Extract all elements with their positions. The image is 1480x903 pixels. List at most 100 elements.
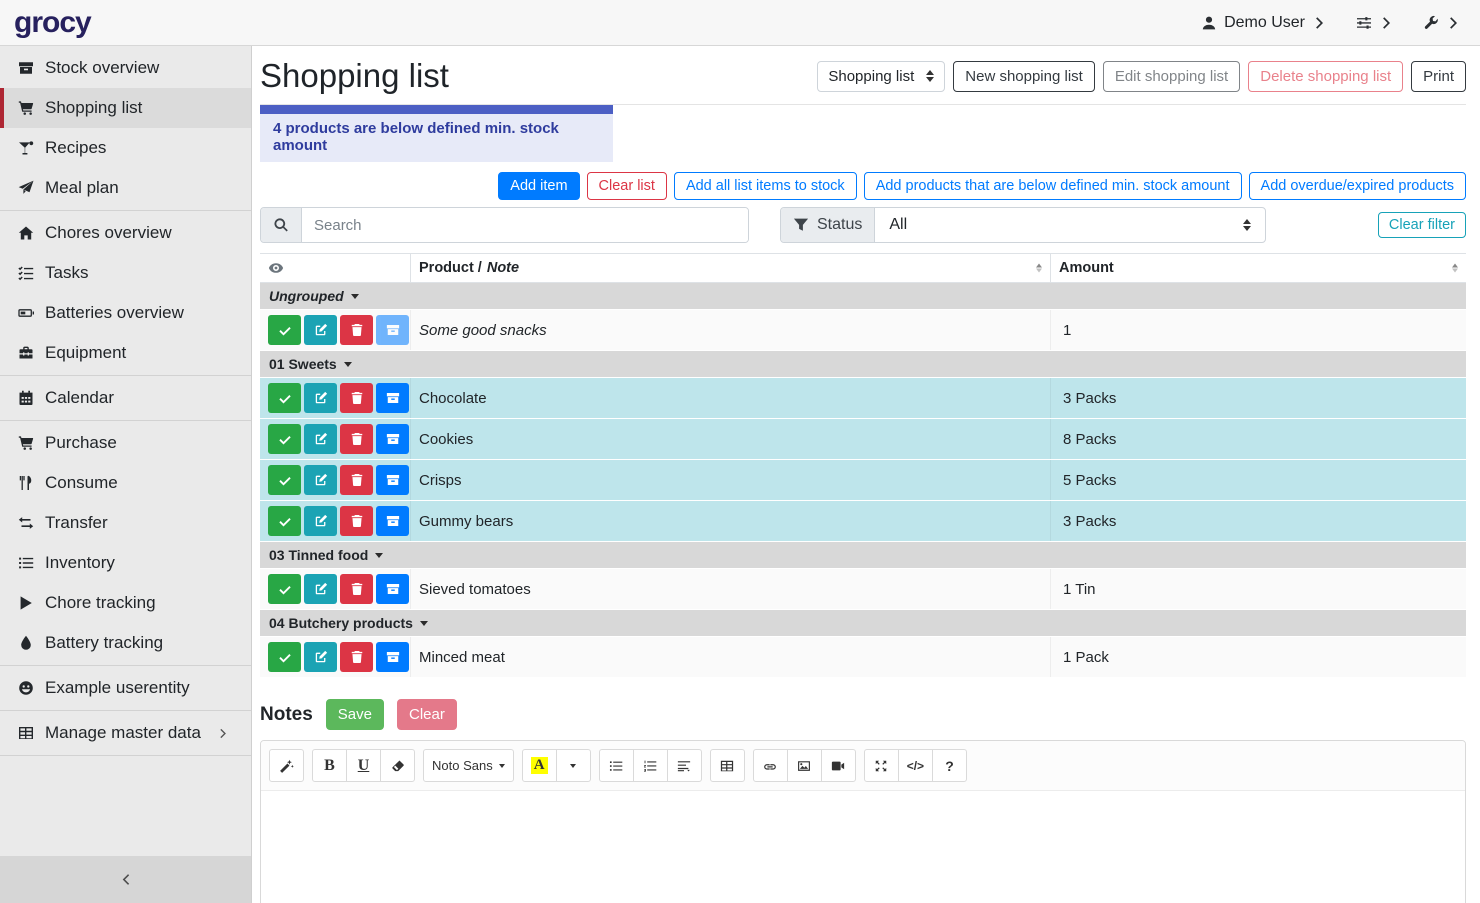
admin-menu[interactable]: [1423, 15, 1462, 31]
delete-button[interactable]: [340, 315, 373, 345]
product-column-header[interactable]: Product /Note: [410, 254, 1050, 282]
delete-button[interactable]: [340, 506, 373, 536]
add-below-min-stock-button[interactable]: Add products that are below defined min.…: [864, 172, 1242, 200]
add-all-to-stock-button[interactable]: Add all list items to stock: [674, 172, 857, 200]
table-group-header[interactable]: 01 Sweets: [260, 351, 1466, 378]
notes-editor-area[interactable]: [261, 791, 1465, 903]
clear-list-button[interactable]: Clear list: [587, 172, 667, 200]
ordered-list-button[interactable]: [633, 749, 668, 782]
table-group-header[interactable]: 03 Tinned food: [260, 542, 1466, 569]
clear-notes-button[interactable]: Clear: [397, 699, 457, 730]
bold-button[interactable]: B: [312, 749, 347, 782]
sidebar-item-battery-tracking[interactable]: Battery tracking: [0, 623, 251, 663]
done-button[interactable]: [268, 642, 301, 672]
delete-button[interactable]: [340, 642, 373, 672]
sidebar-item-transfer[interactable]: Transfer: [0, 503, 251, 543]
done-button[interactable]: [268, 465, 301, 495]
add-to-stock-button[interactable]: [376, 315, 409, 345]
min-stock-alert[interactable]: 4 products are below defined min. stock …: [260, 105, 613, 162]
sidebar-item-chore-tracking[interactable]: Chore tracking: [0, 583, 251, 623]
toolbar-group: [753, 749, 856, 782]
table-group-header[interactable]: 04 Butchery products: [260, 610, 1466, 637]
insert-table-button[interactable]: [710, 749, 745, 782]
done-button[interactable]: [268, 506, 301, 536]
sidebar-item-calendar[interactable]: Calendar: [0, 378, 251, 418]
delete-button[interactable]: [340, 424, 373, 454]
new-shopping-list-button[interactable]: New shopping list: [953, 61, 1095, 92]
check-icon: [278, 473, 292, 487]
sidebar-item-manage-master-data[interactable]: Manage master data: [0, 713, 251, 753]
add-to-stock-button[interactable]: [376, 465, 409, 495]
sidebar-item-shopping-list[interactable]: Shopping list: [0, 88, 251, 128]
edit-button[interactable]: [304, 315, 337, 345]
insert-picture-button[interactable]: [787, 749, 822, 782]
code-view-button[interactable]: </>: [898, 749, 933, 782]
style-button[interactable]: [269, 749, 304, 782]
sidebar-item-chores-overview[interactable]: Chores overview: [0, 213, 251, 253]
delete-button[interactable]: [340, 574, 373, 604]
sidebar-item-example-userentity[interactable]: Example userentity: [0, 668, 251, 708]
sidebar-collapse-button[interactable]: [0, 856, 251, 903]
clear-filter-button[interactable]: Clear filter: [1378, 212, 1466, 238]
delete-button[interactable]: [340, 465, 373, 495]
edit-button[interactable]: [304, 424, 337, 454]
amount-column-header[interactable]: Amount: [1050, 254, 1466, 282]
table-group-header[interactable]: Ungrouped: [260, 283, 1466, 310]
sidebar-item-consume[interactable]: Consume: [0, 463, 251, 503]
paragraph-button[interactable]: [667, 749, 702, 782]
fullscreen-button[interactable]: [864, 749, 899, 782]
user-menu[interactable]: Demo User: [1201, 14, 1328, 32]
help-button[interactable]: ?: [932, 749, 967, 782]
product-cell: Some good snacks: [410, 310, 1050, 350]
sidebar-item-batteries-overview[interactable]: Batteries overview: [0, 293, 251, 333]
visibility-column-header[interactable]: [260, 254, 410, 282]
insert-link-button[interactable]: [753, 749, 788, 782]
done-button[interactable]: [268, 424, 301, 454]
sidebar-item-equipment[interactable]: Equipment: [0, 333, 251, 373]
text-color-caret[interactable]: [556, 749, 591, 782]
save-notes-button[interactable]: Save: [326, 699, 384, 730]
sidebar-item-label: Chores overview: [45, 223, 172, 243]
add-to-stock-button[interactable]: [376, 642, 409, 672]
sidebar-item-inventory[interactable]: Inventory: [0, 543, 251, 583]
sidebar-item-meal-plan[interactable]: Meal plan: [0, 168, 251, 208]
sidebar-group: Manage master data: [0, 711, 251, 756]
search-input[interactable]: [302, 208, 748, 242]
text-color-button[interactable]: A: [522, 749, 557, 782]
done-button[interactable]: [268, 315, 301, 345]
status-filter-select[interactable]: All: [875, 208, 1265, 242]
sidebar-item-tasks[interactable]: Tasks: [0, 253, 251, 293]
add-to-stock-button[interactable]: [376, 383, 409, 413]
edit-shopping-list-button[interactable]: Edit shopping list: [1103, 61, 1240, 92]
unordered-list-button[interactable]: [599, 749, 634, 782]
add-overdue-expired-button[interactable]: Add overdue/expired products: [1249, 172, 1466, 200]
shopping-list-select[interactable]: Shopping list: [817, 61, 945, 92]
product-cell: Chocolate: [410, 378, 1050, 418]
add-to-stock-button[interactable]: [376, 506, 409, 536]
edit-button[interactable]: [304, 574, 337, 604]
done-button[interactable]: [268, 574, 301, 604]
app-logo[interactable]: grocy: [14, 6, 91, 40]
done-button[interactable]: [268, 383, 301, 413]
insert-video-button[interactable]: [821, 749, 856, 782]
font-family-select[interactable]: Noto Sans: [423, 749, 514, 782]
add-to-stock-button[interactable]: [376, 424, 409, 454]
add-item-button[interactable]: Add item: [498, 172, 579, 200]
underline-button[interactable]: U: [346, 749, 381, 782]
edit-button[interactable]: [304, 506, 337, 536]
print-button[interactable]: Print: [1411, 61, 1466, 92]
delete-shopping-list-button[interactable]: Delete shopping list: [1248, 61, 1403, 92]
edit-button[interactable]: [304, 642, 337, 672]
shopping-list-item-row: Gummy bears3 Packs: [260, 501, 1466, 542]
sidebar-item-recipes[interactable]: Recipes: [0, 128, 251, 168]
sidebar-item-purchase[interactable]: Purchase: [0, 423, 251, 463]
edit-button[interactable]: [304, 383, 337, 413]
check-icon: [278, 514, 292, 528]
edit-button[interactable]: [304, 465, 337, 495]
delete-button[interactable]: [340, 383, 373, 413]
add-to-stock-button[interactable]: [376, 574, 409, 604]
sidebar-item-stock-overview[interactable]: Stock overview: [0, 48, 251, 88]
settings-menu[interactable]: [1356, 15, 1395, 31]
edit-icon: [314, 582, 328, 596]
clear-formatting-button[interactable]: [380, 749, 415, 782]
